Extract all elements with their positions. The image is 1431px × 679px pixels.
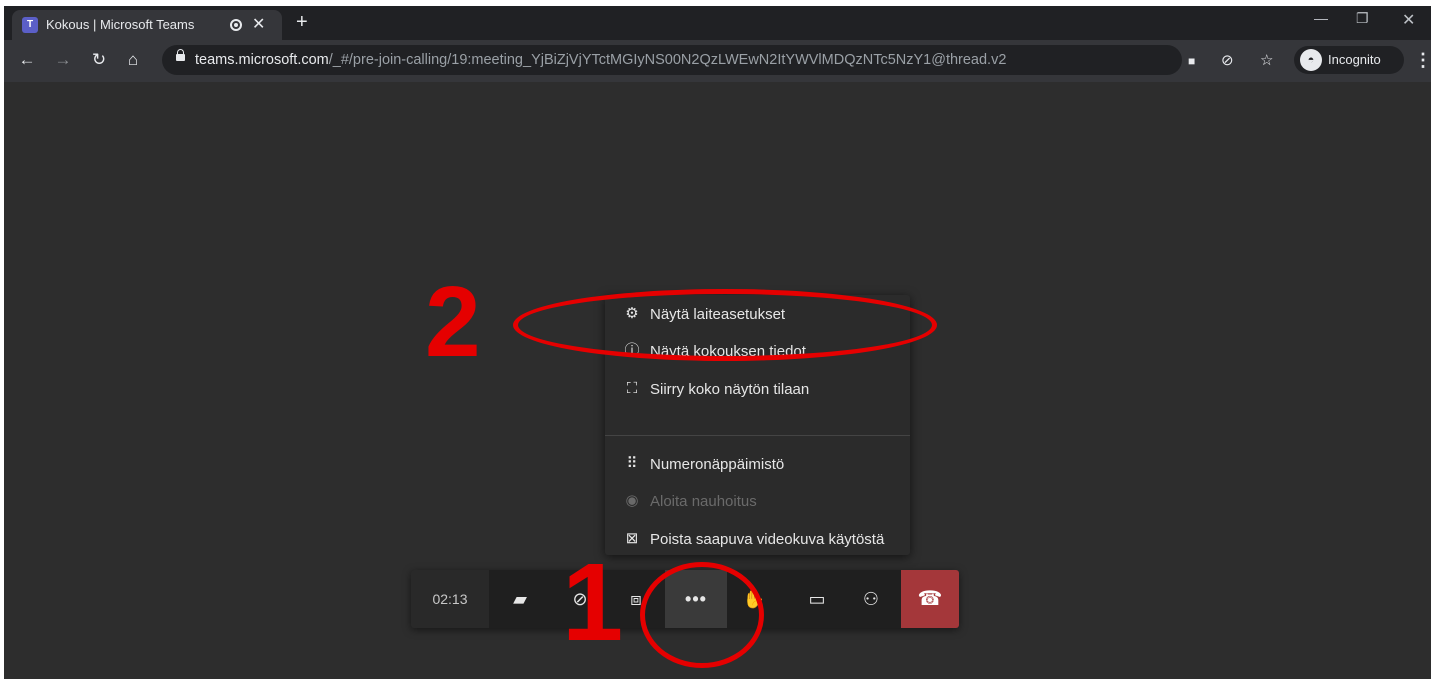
fullscreen-icon: ⛶ — [626, 380, 638, 397]
tab-active[interactable]: T Kokous | Microsoft Teams ✕ — [12, 10, 282, 40]
bookmark-star-icon[interactable]: ☆ — [1260, 52, 1273, 70]
dialpad-icon: ⠿ — [626, 455, 638, 472]
reload-icon[interactable]: ↻ — [88, 50, 110, 70]
incognito-label: Incognito — [1328, 52, 1381, 67]
tab-strip: T Kokous | Microsoft Teams ✕ + — ❐ ✕ — [4, 6, 1431, 40]
participants-icon: ⚇ — [862, 589, 880, 609]
annotation-number-1: 1 — [562, 541, 624, 664]
video-off-icon: ⊠ — [625, 530, 639, 547]
annotation-circle-step1 — [640, 562, 764, 668]
menu-divider — [605, 435, 910, 436]
call-timer: 02:13 — [411, 570, 489, 628]
chat-icon: ▭ — [808, 589, 826, 609]
participants-button[interactable]: ⚇ — [848, 570, 894, 628]
recording-indicator-icon — [230, 19, 242, 31]
menu-item-label: Siirry koko näytön tilaan — [650, 381, 810, 398]
tracking-blocked-icon[interactable]: ⊘ — [1221, 52, 1234, 70]
browser-toolbar: ← → ↻ ⌂ teams.microsoft.com/_#/pre-join-… — [4, 40, 1431, 82]
menu-item-label: Numeronäppäimistö — [650, 456, 785, 473]
hangup-icon: ☎ — [917, 588, 943, 610]
camera-toggle-button[interactable]: ▰ — [497, 570, 543, 628]
tab-title: Kokous | Microsoft Teams — [46, 17, 195, 32]
annotation-ellipse-step2 — [513, 289, 937, 361]
url-path: /_#/pre-join-calling/19:meeting_YjBiZjVj… — [328, 52, 1007, 68]
menu-item-fullscreen[interactable]: ⛶ Siirry koko näytön tilaan — [605, 375, 910, 405]
hangup-button[interactable]: ☎ — [901, 570, 959, 628]
browser-window: T Kokous | Microsoft Teams ✕ + — ❐ ✕ ← →… — [4, 6, 1431, 679]
menu-item-start-recording: ◉ Aloita nauhoitus — [605, 487, 910, 517]
url-host: teams.microsoft.com — [195, 52, 329, 68]
menu-item-disable-incoming-video[interactable]: ⊠ Poista saapuva videokuva käytöstä — [605, 525, 910, 555]
menu-item-label: Poista saapuva videokuva käytöstä — [650, 531, 885, 548]
menu-item-dialpad[interactable]: ⠿ Numeronäppäimistö — [605, 450, 910, 480]
chat-button[interactable]: ▭ — [794, 570, 840, 628]
new-tab-button[interactable]: + — [296, 12, 308, 32]
restore-icon[interactable]: ❐ — [1356, 10, 1369, 27]
close-window-icon[interactable]: ✕ — [1402, 10, 1415, 30]
camera-off-icon: ▰ — [513, 589, 527, 609]
teams-favicon-icon: T — [22, 17, 38, 33]
record-icon: ◉ — [625, 492, 639, 509]
forward-icon[interactable]: → — [52, 50, 74, 70]
camera-in-use-icon[interactable]: ■ — [1188, 52, 1195, 70]
lock-icon — [176, 49, 185, 61]
url-text: teams.microsoft.com/_#/pre-join-calling/… — [195, 52, 1006, 68]
incognito-badge[interactable]: ◓ Incognito — [1294, 46, 1404, 74]
back-icon[interactable]: ← — [16, 50, 38, 70]
tab-close-icon[interactable]: ✕ — [252, 15, 265, 35]
minimize-icon[interactable]: — — [1314, 10, 1328, 26]
incognito-icon: ◓ — [1300, 49, 1322, 71]
meeting-stage: ⚙ Näytä laiteasetukset ⓘ Näytä kokouksen… — [4, 82, 1431, 679]
browser-menu-icon[interactable]: ⋮ — [1414, 50, 1431, 70]
home-icon[interactable]: ⌂ — [122, 50, 144, 70]
annotation-number-2: 2 — [425, 266, 481, 378]
menu-item-label: Aloita nauhoitus — [650, 493, 757, 510]
address-bar[interactable]: teams.microsoft.com/_#/pre-join-calling/… — [162, 45, 1182, 75]
